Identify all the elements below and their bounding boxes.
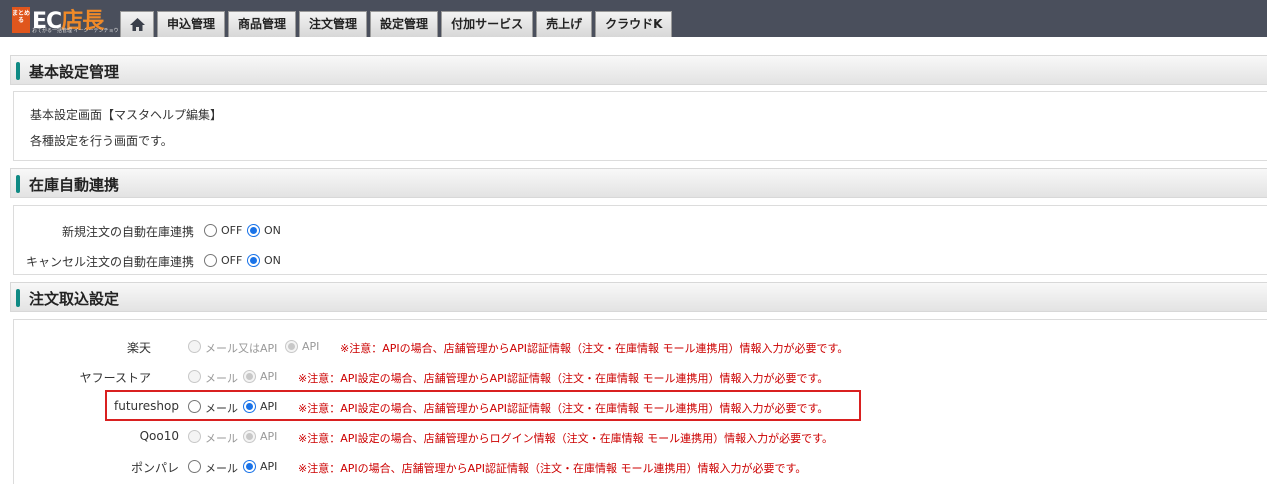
order-row-label: Qoo10	[139, 429, 179, 443]
stock-cancel-off-label: OFF	[221, 254, 243, 267]
qoo10-api-label: API	[260, 430, 278, 443]
nav-tab-cloud-k[interactable]: クラウドK	[595, 11, 673, 37]
qoo10-mail-radio[interactable]	[188, 430, 201, 443]
section-marker	[16, 62, 20, 80]
stock-new-on-label: ON	[264, 224, 281, 237]
order-row-rakuten: 楽天 メール又はAPI API ※注意：APIの場合、店舗管理からAPI認証情報…	[14, 336, 1267, 358]
ponpare-mail-radio[interactable]	[188, 460, 201, 473]
rakuten-api-label: API	[302, 340, 320, 353]
main-nav: 申込管理 商品管理 注文管理 設定管理 付加サービス 売上げ クラウドK	[120, 11, 673, 37]
section-header-basic: 基本設定管理	[10, 55, 1267, 85]
section-title-stock: 在庫自動連携	[29, 176, 120, 194]
ponpare-api-label: API	[260, 460, 278, 473]
nav-tab-application[interactable]: 申込管理	[157, 11, 226, 37]
home-icon	[129, 18, 145, 31]
section-header-order-import: 注文取込設定	[10, 282, 1267, 312]
section-header-stock: 在庫自動連携	[10, 168, 1267, 198]
nav-tab-home[interactable]	[120, 11, 154, 37]
nav-tab-orders[interactable]: 注文管理	[299, 11, 368, 37]
order-row-ponpare: ポンパレ メール API ※注意：APIの場合、店舗管理からAPI認証情報（注文…	[14, 456, 1267, 478]
yahoo-note: ※注意：API設定の場合、店舗管理からAPI認証情報（注文・在庫情報 モール連携…	[298, 372, 829, 385]
ponpare-api-radio[interactable]	[243, 460, 256, 473]
section-title-order-import: 注文取込設定	[29, 290, 120, 308]
stock-new-off-label: OFF	[221, 224, 243, 237]
qoo10-api-radio[interactable]	[243, 430, 256, 443]
section-title-basic: 基本設定管理	[29, 63, 120, 81]
logo-badge: まとめる	[12, 7, 30, 33]
stock-new-off-radio[interactable]	[204, 224, 217, 237]
stock-row-label: 新規注文の自動在庫連携	[61, 225, 194, 239]
basic-description-1: 基本設定画面【マスタヘルプ編集】	[30, 108, 223, 122]
order-row-yahoo: ヤフーストア メール API ※注意：API設定の場合、店舗管理からAPI認証情…	[14, 366, 1267, 388]
stock-row-new-order: 新規注文の自動在庫連携 OFF ON	[14, 220, 1267, 242]
ponpare-mail-label: メール	[205, 462, 238, 475]
ponpare-note: ※注意：APIの場合、店舗管理からAPI認証情報（注文・在庫情報 モール連携用）…	[298, 462, 807, 475]
basic-description-2: 各種設定を行う画面です。	[30, 134, 173, 148]
nav-tab-products[interactable]: 商品管理	[228, 11, 297, 37]
yahoo-mail-label: メール	[205, 372, 238, 385]
section-body-basic: 基本設定画面【マスタヘルプ編集】 各種設定を行う画面です。	[13, 91, 1267, 161]
yahoo-mail-radio[interactable]	[188, 370, 201, 383]
section-marker	[16, 175, 20, 193]
nav-tab-addon-services[interactable]: 付加サービス	[441, 11, 534, 37]
order-row-label: 楽天	[126, 341, 151, 355]
section-marker	[16, 289, 20, 307]
yahoo-api-radio[interactable]	[243, 370, 256, 383]
qoo10-note: ※注意：API設定の場合、店舗管理からログイン情報（注文・在庫情報 モール連携用…	[298, 432, 834, 445]
order-row-label: ヤフーストア	[79, 371, 151, 385]
yahoo-api-label: API	[260, 370, 278, 383]
stock-cancel-on-label: ON	[264, 254, 281, 267]
stock-new-on-radio[interactable]	[247, 224, 260, 237]
rakuten-mail-radio[interactable]	[188, 340, 201, 353]
section-body-stock: 新規注文の自動在庫連携 OFF ON キャンセル注文の自動在庫連携 OFF ON	[13, 205, 1267, 275]
stock-cancel-off-radio[interactable]	[204, 254, 217, 267]
stock-row-cancel-order: キャンセル注文の自動在庫連携 OFF ON	[14, 250, 1267, 272]
stock-cancel-on-radio[interactable]	[247, 254, 260, 267]
stock-row-label: キャンセル注文の自動在庫連携	[25, 255, 194, 269]
futureshop-highlight-box	[105, 390, 861, 421]
logo-subtitle: おてがる一括管理 イーシーテンチョウ	[32, 28, 119, 34]
rakuten-mail-label: メール又はAPI	[205, 342, 278, 355]
top-bar: まとめる EC店長 おてがる一括管理 イーシーテンチョウ 申込管理 商品管理 注…	[0, 0, 1267, 37]
rakuten-api-radio[interactable]	[285, 340, 298, 353]
rakuten-note: ※注意：APIの場合、店舗管理からAPI認証情報（注文・在庫情報 モール連携用）…	[340, 342, 849, 355]
nav-tab-sales[interactable]: 売上げ	[536, 11, 593, 37]
qoo10-mail-label: メール	[205, 432, 238, 445]
order-row-qoo10: Qoo10 メール API ※注意：API設定の場合、店舗管理からログイン情報（…	[14, 426, 1267, 448]
order-row-label: ポンパレ	[130, 461, 179, 475]
nav-tab-settings[interactable]: 設定管理	[370, 11, 439, 37]
app-logo[interactable]: まとめる EC店長 おてがる一括管理 イーシーテンチョウ	[12, 6, 119, 34]
